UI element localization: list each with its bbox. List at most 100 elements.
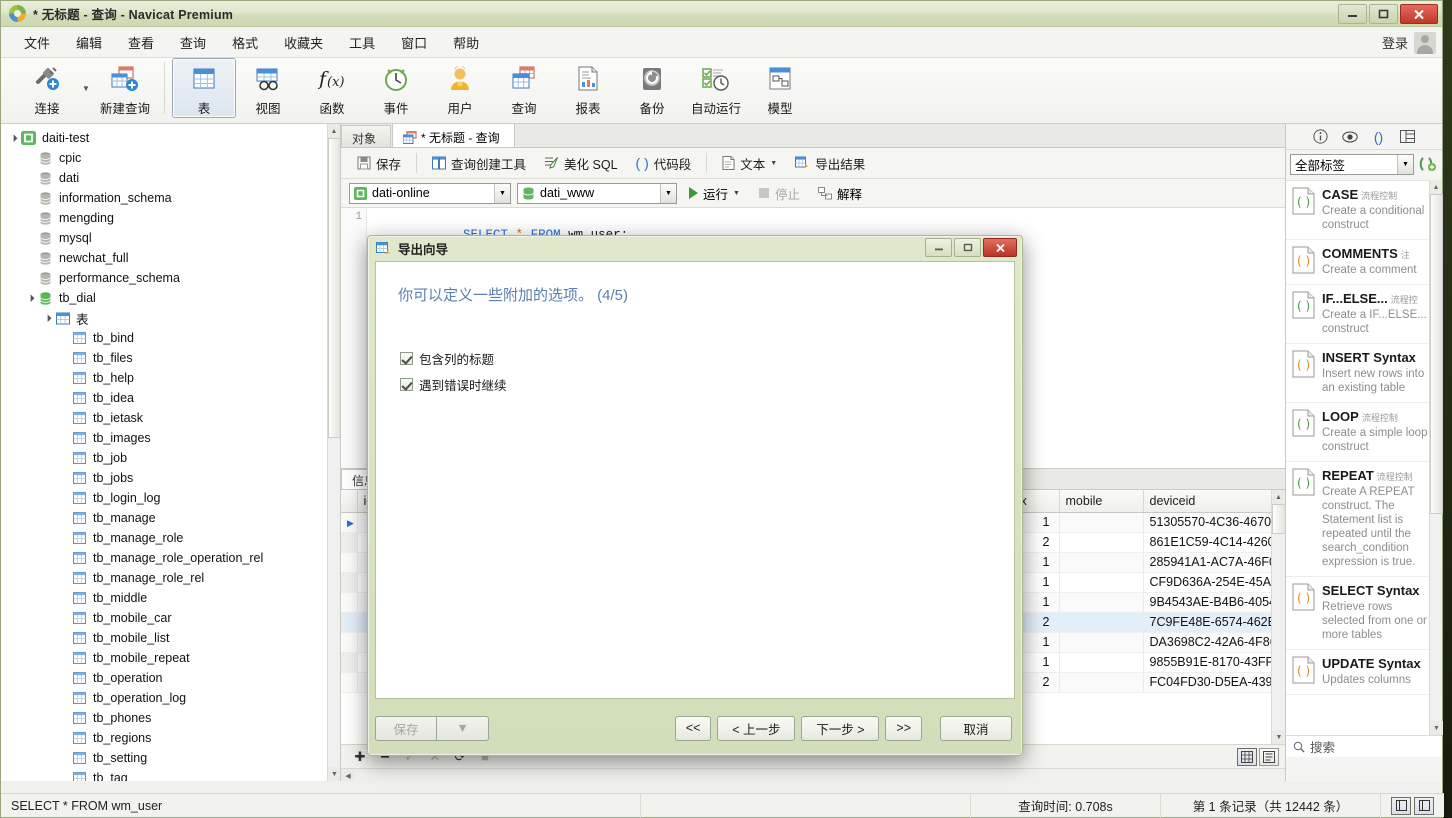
- tree-node[interactable]: mengding: [1, 208, 340, 228]
- cell-mobile[interactable]: [1059, 612, 1143, 632]
- tree-node[interactable]: ◢tb_dial: [1, 288, 340, 308]
- eye-icon[interactable]: [1342, 129, 1358, 145]
- tree-scroll-down-icon[interactable]: ▼: [328, 767, 341, 781]
- row-marker-cell[interactable]: [341, 612, 357, 632]
- database-select-arrow-icon[interactable]: ▼: [660, 184, 676, 203]
- cell-deviceid[interactable]: 285941A1-AC7A-46F0-8:: [1143, 552, 1285, 572]
- tree-node[interactable]: tb_tag: [1, 768, 340, 781]
- tab-query[interactable]: * 无标题 - 查询: [392, 124, 515, 147]
- cell-mobile[interactable]: [1059, 512, 1143, 532]
- info-icon[interactable]: [1313, 129, 1329, 145]
- tree-node[interactable]: tb_mobile_list: [1, 628, 340, 648]
- snippet-scroll-down-icon[interactable]: ▼: [1430, 721, 1443, 735]
- login-link[interactable]: 登录: [1382, 33, 1408, 52]
- tree-node[interactable]: tb_manage: [1, 508, 340, 528]
- cell-mobile[interactable]: [1059, 592, 1143, 612]
- tree-node[interactable]: tb_manage_role_operation_rel: [1, 548, 340, 568]
- row-marker-cell[interactable]: [341, 552, 357, 572]
- toolbar-event[interactable]: 事件: [364, 58, 428, 118]
- cell-mobile[interactable]: [1059, 672, 1143, 692]
- cell-deviceid[interactable]: 7C9FE48E-6574-462E-94: [1143, 612, 1285, 632]
- run-button[interactable]: 运行 ▼: [683, 182, 746, 205]
- form-view-toggle[interactable]: [1259, 748, 1279, 766]
- dialog-prev-button[interactable]: < 上一步: [717, 716, 795, 741]
- option-continue-on-error[interactable]: 遇到错误时继续: [400, 371, 1014, 397]
- tree-node[interactable]: cpic: [1, 148, 340, 168]
- cell-mobile[interactable]: [1059, 632, 1143, 652]
- toolbar-backup[interactable]: 备份: [620, 58, 684, 118]
- snippet-item[interactable]: ( )UPDATE SyntaxUpdates columns: [1286, 650, 1442, 695]
- tree-node[interactable]: performance_schema: [1, 268, 340, 288]
- tag-filter-arrow-icon[interactable]: ▼: [1397, 155, 1413, 174]
- status-grid-toggle[interactable]: [1391, 797, 1411, 815]
- tree-expand-arrow-icon[interactable]: ◢: [23, 291, 38, 306]
- tree-node[interactable]: tb_idea: [1, 388, 340, 408]
- tree-scroll-thumb[interactable]: [328, 138, 341, 438]
- cell-deviceid[interactable]: FC04FD30-D5EA-4397-8: [1143, 672, 1285, 692]
- tree-node[interactable]: dati: [1, 168, 340, 188]
- tree-node[interactable]: tb_operation: [1, 668, 340, 688]
- dialog-next-button[interactable]: 下一步 >: [801, 716, 879, 741]
- option-include-column-titles[interactable]: 包含列的标题: [400, 345, 1014, 371]
- cell-mobile[interactable]: [1059, 552, 1143, 572]
- dialog-maximize-button[interactable]: [954, 238, 981, 257]
- menu-format[interactable]: 格式: [219, 28, 271, 57]
- toolbar-function[interactable]: f (x) 函数: [300, 58, 364, 118]
- toolbar-connection[interactable]: 连接: [15, 58, 79, 118]
- tree-node[interactable]: ◢表: [1, 308, 340, 328]
- menu-tools[interactable]: 工具: [336, 28, 388, 57]
- tree-scroll-up-icon[interactable]: ▲: [328, 124, 340, 138]
- snippet-list[interactable]: ( )CASE流程控制Create a conditional construc…: [1286, 180, 1442, 735]
- cell-deviceid[interactable]: 9855B91E-8170-43FF-BE: [1143, 652, 1285, 672]
- add-snippet-icon[interactable]: [1418, 156, 1438, 172]
- snippet-item[interactable]: ( )SELECT SyntaxRetrieve rows selected f…: [1286, 577, 1442, 650]
- snippet-item[interactable]: ( )IF...ELSE...流程控Create a IF...ELSE... …: [1286, 285, 1442, 344]
- tree-expand-arrow-icon[interactable]: ◢: [6, 131, 21, 146]
- tree-node[interactable]: tb_mobile_car: [1, 608, 340, 628]
- tree-node[interactable]: tb_bind: [1, 328, 340, 348]
- tree-node[interactable]: tb_phones: [1, 708, 340, 728]
- snippet-item[interactable]: ( )INSERT SyntaxInsert new rows into an …: [1286, 344, 1442, 403]
- cell-deviceid[interactable]: CF9D636A-254E-45AC-A: [1143, 572, 1285, 592]
- tree-node[interactable]: tb_help: [1, 368, 340, 388]
- cell-deviceid[interactable]: 9B4543AE-B4B6-4054-9: [1143, 592, 1285, 612]
- snippet-item[interactable]: ( )CASE流程控制Create a conditional construc…: [1286, 181, 1442, 240]
- connection-select[interactable]: dati-online ▼: [349, 183, 511, 204]
- dialog-first-button[interactable]: <<: [675, 716, 712, 741]
- grid-scroll-thumb[interactable]: [1272, 504, 1285, 534]
- toolbar-report[interactable]: 报表: [556, 58, 620, 118]
- tree-node[interactable]: tb_ietask: [1, 408, 340, 428]
- grid-horizontal-scrollbar[interactable]: ◀: [341, 768, 1285, 781]
- snippet-item[interactable]: ( )COMMENTS注Create a comment: [1286, 240, 1442, 285]
- grid-view-toggle[interactable]: [1237, 748, 1257, 766]
- maximize-button[interactable]: [1369, 4, 1398, 24]
- query-builder-button[interactable]: 查询创建工具: [424, 150, 534, 177]
- snippet-scrollbar[interactable]: ▲ ▼: [1429, 180, 1442, 735]
- snippet-scroll-up-icon[interactable]: ▲: [1430, 180, 1442, 194]
- export-result-button[interactable]: 导出结果: [787, 150, 873, 177]
- tree-node[interactable]: tb_login_log: [1, 488, 340, 508]
- close-button[interactable]: [1400, 4, 1438, 24]
- tree-node[interactable]: tb_images: [1, 428, 340, 448]
- row-marker-cell[interactable]: [341, 592, 357, 612]
- tree-node[interactable]: information_schema: [1, 188, 340, 208]
- structure-icon[interactable]: [1400, 129, 1416, 145]
- text-dropdown-arrow-icon[interactable]: ▼: [770, 160, 777, 167]
- tree-node[interactable]: tb_jobs: [1, 468, 340, 488]
- tree-node[interactable]: tb_manage_role_rel: [1, 568, 340, 588]
- tab-objects[interactable]: 对象: [341, 125, 391, 147]
- hscroll-left-icon[interactable]: ◀: [341, 769, 355, 782]
- toolbar-table[interactable]: 表: [172, 58, 236, 118]
- continue-on-error-checkbox[interactable]: [400, 378, 413, 391]
- tree-node[interactable]: newchat_full: [1, 248, 340, 268]
- dialog-minimize-button[interactable]: [925, 238, 952, 257]
- toolbar-user[interactable]: 用户: [428, 58, 492, 118]
- snippet-search-box[interactable]: 搜索: [1286, 735, 1442, 757]
- menu-help[interactable]: 帮助: [440, 28, 492, 57]
- tree-node[interactable]: tb_mobile_repeat: [1, 648, 340, 668]
- menu-query[interactable]: 查询: [167, 28, 219, 57]
- row-marker-cell[interactable]: ▶: [341, 512, 357, 532]
- toolbar-query[interactable]: 查询: [492, 58, 556, 118]
- tree-node[interactable]: mysql: [1, 228, 340, 248]
- tree-node[interactable]: tb_setting: [1, 748, 340, 768]
